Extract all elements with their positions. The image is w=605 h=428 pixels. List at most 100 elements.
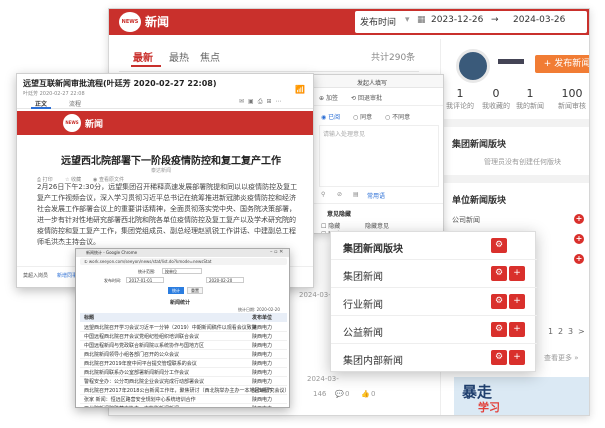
gear-icon[interactable]: ⚙ [491,266,507,281]
row-title[interactable]: 西北院召开2019年度中间平台提交管理联系的会议 [84,360,197,367]
row-title[interactable]: 张家 新闻：恒远区路营安全规划中心系统培训合作 [84,396,196,403]
attach-icon[interactable]: ⚲ [321,191,325,198]
table-row[interactable]: 警程安全办：公分司西北院企业会议完成行动部署会议 陕西电力 [80,377,287,386]
footer-link[interactable]: 新增同事 [57,272,77,279]
like-icon[interactable]: 👍 [361,390,370,398]
avatar[interactable] [456,49,490,83]
table-row[interactable]: 西北院新闻领导小组各部门召开的公众会议 陕西电力 [80,350,287,359]
gear-icon[interactable]: ⚙ [491,350,507,365]
table-row[interactable]: 中国远程西北院召开会议党组纪检组织培训联合会议 陕西电力 [80,332,287,341]
divider [119,71,419,72]
row-title[interactable]: 西北院新闻领导小组各部门召开的公众会议 [84,351,179,358]
add-icon[interactable]: + [574,214,584,224]
sign-tool[interactable]: ⊕ 加签 [319,93,338,102]
date-filter[interactable]: 发布时间 ▾ ▦ 2023-12-26 → 2024-03-26 [355,11,587,33]
reset-button[interactable]: 重置 [187,287,203,294]
pager-2[interactable]: 2 [558,327,563,336]
stat-review[interactable]: 100 [552,87,589,100]
tab-latest[interactable]: 最新 [133,49,153,64]
popup-item[interactable]: 行业新闻 ⚙ + [331,288,537,316]
table-row[interactable]: 张家 新闻：恒远区路营安全规划中心系统培训合作 陕西电力 [80,395,287,404]
popup-item-label[interactable]: 集团新闻 [343,268,383,283]
row-title[interactable]: 警程安全办：公分司西北院企业会议完成行动部署会议 [84,378,204,385]
table-row[interactable]: 中国远程新闻与党政联合新闻院以系统协作与国地方区 陕西电力 [80,341,287,350]
doc-icon[interactable]: ▤ [353,191,359,198]
rollback-tool[interactable]: ⟲ 回退审批 [351,93,382,102]
more-link[interactable]: 查看更多 » [544,353,579,363]
toolbar-icons[interactable]: ✉▣⎙⊞⋯ [239,98,286,106]
row-title[interactable]: 远望西北院召开学习会议习近平一分钟（2019）中期新闻稿件以观看会议致第 [84,324,257,331]
article-headline: 远望西北院部署下一阶段疫情防控和复工复产工作 [61,156,281,167]
row-unit: 陕西电力 [252,397,273,403]
gear-icon[interactable]: ⚙ [491,294,507,309]
add-icon[interactable]: + [574,254,584,264]
tab-flow[interactable]: 流程 [69,99,81,108]
add-icon[interactable]: + [574,234,584,244]
popup-item-label[interactable]: 公益新闻 [343,324,383,339]
time-from[interactable]: 2017-01-01 [126,277,164,283]
date-from[interactable]: 2023-12-26 [431,15,483,25]
row-title[interactable]: 西北院新闻联系办公室部署新闻新闻分工作会议 [84,369,189,376]
stat-mynews[interactable]: 1 [510,87,550,100]
time-label: 发布时间: [104,278,122,283]
row-unit: 陕西电力 [252,388,273,394]
pager-1[interactable]: 1 [548,327,553,336]
promo-banner[interactable]: 暴走 学习 [454,377,589,415]
popup-item-label[interactable]: 行业新闻 [343,296,383,311]
comment-icon[interactable]: 💬 [335,390,344,398]
publish-news-button[interactable]: + 发布新闻 [535,55,589,73]
table-row[interactable]: 西北院召开2017年2018公台新闻工作年，聚焦研讨（西北院举办主办一本地区域研… [80,386,287,395]
tab-hot[interactable]: 最热 [169,49,189,64]
popup-item[interactable]: 集团内部新闻 ⚙ + [331,344,537,372]
row-unit: 陕西电力 [252,343,273,349]
popup-item[interactable]: 公益新闻 ⚙ + [331,316,537,344]
footer-author: 莫超入岗员 [23,273,49,279]
hide-detail: 隐藏意见 [365,223,390,230]
tab-focus[interactable]: 焦点 [200,49,220,64]
table-row[interactable]: 西北院召开2019年度中间平台提交管理联系的会议 陕西电力 [80,359,287,368]
date-to[interactable]: 2024-03-26 [513,15,565,25]
row-title[interactable]: 中国远程新闻与党政联合新闻院以系统协作与国地方区 [84,342,204,349]
article-subtitle: 叶廷芳 2020-02-27 22:08 [23,91,85,97]
group-news-section-title: 集团新闻版块 [452,140,507,150]
window-controls[interactable]: – ▫ ✕ [270,249,283,255]
pager-next[interactable]: > [578,327,585,336]
pager-3[interactable]: 3 [568,327,573,336]
window-titlebar: 发起人填写 [313,75,443,88]
time-to[interactable]: 2020-02-20 [206,277,244,283]
separator [444,119,589,127]
gear-icon[interactable]: ⚙ [491,238,507,253]
table-row[interactable]: 远望西北院召开学习会议习近平一分钟（2019）中期新闻稿件以观看会议致第 陕西电力 [80,323,287,332]
table-row[interactable]: 西北院新闻联系办公室部署新闻新闻分工作会议 陕西电力 [80,368,287,377]
table-title: 新闻统计 [170,300,191,306]
date-label[interactable]: 发布时间 [360,15,396,28]
link-icon[interactable]: ⊘ [337,191,342,198]
gear-icon[interactable]: ⚙ [491,322,507,337]
popup-item-label[interactable]: 集团内部新闻 [343,352,403,367]
add-icon[interactable]: + [509,266,525,281]
add-icon[interactable]: + [509,350,525,365]
filter-select[interactable]: 按单位 [162,268,202,274]
common-phrases-link[interactable]: 常用语 [367,191,385,200]
row-title[interactable]: 西北院新闻院路营向协主一中能影新闻新闻 [84,405,179,407]
query-button[interactable]: 统计 [168,287,184,294]
window-title: 发起人填写 [357,80,388,87]
popup-item[interactable]: 集团新闻 ⚙ + [331,260,537,288]
date-arrow: → [491,15,499,25]
row-title[interactable]: 中国远程西北院召开会议党组纪检组织培训联合会议 [84,333,199,340]
option-read[interactable]: ◉ 已阅 [321,112,340,121]
add-icon[interactable]: + [509,322,525,337]
chrome-window: 新闻统计 - Google Chrome – ▫ ✕ ① work.seeyon… [75,248,290,408]
option-agree[interactable]: ○ 同意 [353,112,372,121]
url-text[interactable]: ① work.seeyon.com/seeyon/news/stat/list.… [84,259,212,264]
opinion-textarea[interactable]: 请输入处理意见 [319,125,439,187]
stat-comments[interactable]: 1 [440,87,480,100]
promo-text-2: 学习 [478,401,500,414]
add-icon[interactable]: + [509,294,525,309]
url-bar[interactable]: ① work.seeyon.com/seeyon/news/stat/list.… [80,258,287,265]
chevron-down-icon[interactable]: ▾ [405,15,410,25]
table-header: 标题 发布单位 [80,313,287,322]
table-row[interactable]: 西北院新闻院路营向协主一中能影新闻新闻 陕西电力 [80,404,287,407]
option-disagree[interactable]: ○ 不同意 [385,112,410,121]
unit-item-company[interactable]: 公司新闻 [452,215,480,225]
